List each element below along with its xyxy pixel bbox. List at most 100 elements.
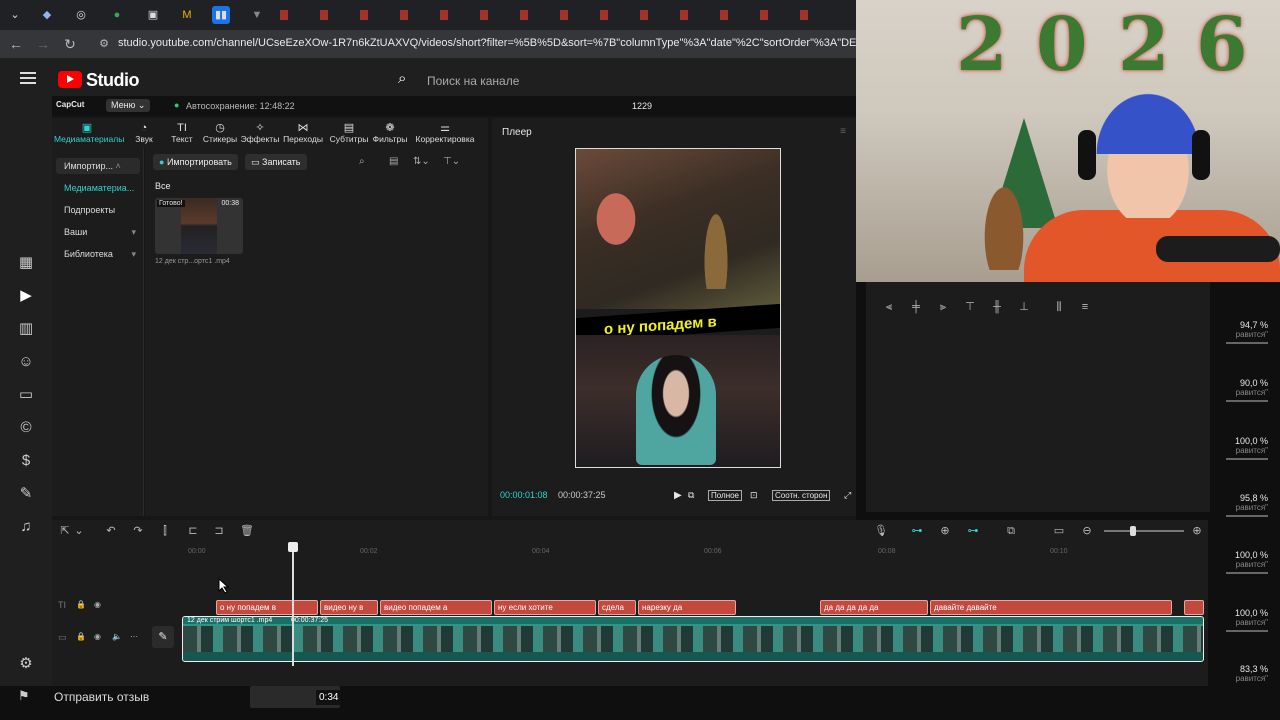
play-icon[interactable]: ▶ <box>674 490 682 501</box>
lock-icon[interactable]: 🔒 <box>76 600 86 609</box>
fit-icon[interactable]: ⊡ <box>750 490 758 501</box>
snapshot-icon[interactable]: ⧉ <box>688 490 694 501</box>
media-thumbnail[interactable]: Готово! 00:38 <box>155 198 243 254</box>
preview-axis-icon[interactable]: ⧉ <box>1004 524 1018 538</box>
text-clip[interactable]: видео ну в <box>320 600 378 615</box>
distribute-h-icon[interactable]: ⫼ <box>1052 300 1066 314</box>
reload-icon[interactable]: ↻ <box>60 34 80 54</box>
cover-edit-icon[interactable]: ✎ <box>152 626 174 648</box>
distribute-v-icon[interactable]: ≡ <box>1078 300 1092 314</box>
video-preview[interactable]: о ну попадем в <box>575 148 781 468</box>
youtube-logo-icon[interactable] <box>58 71 82 88</box>
caption-icon[interactable]: ▭ <box>1052 524 1066 538</box>
align-middle-icon[interactable]: ╫ <box>990 300 1004 314</box>
tab-effects[interactable]: ✧ Эффекты <box>238 122 282 144</box>
tab-stickers[interactable]: ◷ Стикеры <box>198 122 242 144</box>
copyright-icon[interactable]: © <box>17 419 35 437</box>
filter-icon[interactable]: ⊤⌄ <box>443 156 460 167</box>
tab-list-chevron-icon[interactable]: ⌄ <box>6 6 24 24</box>
tab-transitions[interactable]: ⋈ Переходы <box>280 122 326 144</box>
trim-right-icon[interactable]: ⊐ <box>212 524 226 538</box>
capcut-menu-button[interactable]: Меню ⌄ <box>106 99 151 112</box>
redo-icon[interactable]: ↷ <box>131 524 145 538</box>
hamburger-menu-icon[interactable] <box>20 72 36 84</box>
select-tool-icon[interactable]: ⇱ <box>58 524 72 538</box>
zoom-out-icon[interactable]: ⊖ <box>1080 524 1094 538</box>
align-right-icon[interactable]: ⫸ <box>936 300 950 314</box>
expand-icon[interactable]: ⤢ <box>844 490 851 501</box>
magnet-icon[interactable]: ⊶ <box>910 524 924 538</box>
undo-icon[interactable]: ↶ <box>104 524 118 538</box>
text-clip[interactable]: давайте давайте <box>930 600 1172 615</box>
sidebar-item-library[interactable]: Библиотека ▾ <box>64 249 136 260</box>
text-clip[interactable]: да да да да да <box>820 600 928 615</box>
filter-all-label[interactable]: Все <box>155 181 171 191</box>
zoom-slider[interactable] <box>1104 526 1184 536</box>
sidebar-item-media[interactable]: Медиаматериа... <box>64 183 134 193</box>
trim-left-icon[interactable]: ⊏ <box>186 524 200 538</box>
align-top-icon[interactable]: ⊤ <box>963 300 977 314</box>
text-clip[interactable] <box>1184 600 1204 615</box>
lock-icon[interactable]: 🔒 <box>76 632 86 641</box>
back-icon[interactable]: ← <box>6 34 26 54</box>
tab-icon[interactable]: ▼ <box>248 6 266 24</box>
feedback-icon[interactable]: ⚑ <box>18 688 30 704</box>
customization-icon[interactable]: ✎ <box>17 485 35 503</box>
snap-icon[interactable]: ⊶ <box>966 524 980 538</box>
text-clip[interactable]: нарезку да <box>638 600 736 615</box>
view-toggle-icon[interactable]: ▤ <box>389 156 398 167</box>
tab-adjustments[interactable]: ⚌ Корректировка <box>412 122 478 144</box>
sidebar-item-subprojects[interactable]: Подпроекты <box>64 205 115 215</box>
url-field[interactable]: studio.youtube.com/channel/UCseEzeXOw-1R… <box>118 37 858 49</box>
delete-icon[interactable]: 🗑 <box>240 524 254 538</box>
tab-icon[interactable]: ◎ <box>72 6 90 24</box>
main-video-clip[interactable]: 12 дек стрим шортс1 .mp4 00:00:37:25 <box>182 616 1204 662</box>
link-icon[interactable]: ⊕ <box>938 524 952 538</box>
eye-icon[interactable]: ◉ <box>94 632 101 641</box>
tab-media[interactable]: ▣ Медиаматериалы <box>54 122 124 144</box>
more-icon[interactable]: ⋯ <box>130 632 138 641</box>
tab-icon[interactable]: ● <box>108 6 126 24</box>
align-center-h-icon[interactable]: ╪ <box>909 300 923 314</box>
site-settings-icon[interactable]: ⚙ <box>94 34 114 54</box>
earn-icon[interactable]: $ <box>17 452 35 470</box>
forward-icon[interactable]: → <box>33 34 53 54</box>
search-icon[interactable]: ⌕ <box>359 156 365 167</box>
audio-icon[interactable]: 🔈 <box>112 632 122 641</box>
youtube-tabs-strip[interactable] <box>280 10 840 20</box>
chevron-down-icon[interactable]: ⌄ <box>72 524 86 538</box>
tab-icon[interactable]: ▣ <box>144 6 162 24</box>
subtitles-icon[interactable]: ▭ <box>17 386 35 404</box>
tab-filters[interactable]: ❁ Фильтры <box>368 122 412 144</box>
tab-icon[interactable]: M <box>178 6 196 24</box>
fullscreen-quality-button[interactable]: Полное <box>708 490 743 501</box>
eye-icon[interactable]: ◉ <box>94 600 101 609</box>
record-button[interactable]: ▭ Записать <box>245 154 307 170</box>
align-left-icon[interactable]: ⫷ <box>882 300 896 314</box>
sort-icon[interactable]: ⇅⌄ <box>413 156 430 167</box>
align-bottom-icon[interactable]: ⊥ <box>1017 300 1031 314</box>
sidebar-item-import[interactable]: Импортир... ˄ <box>56 158 140 174</box>
channel-search-input[interactable]: ⌕ Поиск на канале <box>390 68 856 94</box>
tab-subtitles[interactable]: ▤ Субтитры <box>326 122 372 144</box>
send-feedback-link[interactable]: Отправить отзыв <box>54 690 149 704</box>
text-clip[interactable]: видео попадем а <box>380 600 492 615</box>
split-icon[interactable]: ⫿ <box>158 524 172 538</box>
aspect-ratio-button[interactable]: Соотн. сторон <box>772 490 831 501</box>
import-button[interactable]: ● Импортировать <box>153 154 238 170</box>
zoom-slider-thumb[interactable] <box>1130 526 1136 536</box>
mic-icon[interactable]: 🎙 <box>874 524 888 538</box>
content-icon[interactable]: ▶ <box>17 287 35 305</box>
sidebar-item-yours[interactable]: Ваши ▾ <box>64 227 136 238</box>
zoom-in-icon[interactable]: ⊕ <box>1190 524 1204 538</box>
dashboard-icon[interactable]: ▦ <box>17 254 35 272</box>
analytics-icon[interactable]: ▥ <box>17 320 35 338</box>
tab-icon[interactable]: ◆ <box>38 6 56 24</box>
settings-gear-icon[interactable]: ⚙ <box>17 655 35 673</box>
text-clip[interactable]: о ну попадем в <box>216 600 318 615</box>
text-clip[interactable]: сдела <box>598 600 636 615</box>
community-icon[interactable]: ☺ <box>17 353 35 371</box>
player-menu-icon[interactable]: ≡ <box>840 126 846 137</box>
audio-library-icon[interactable]: ♫ <box>17 518 35 536</box>
project-name[interactable]: 1229 <box>632 101 652 111</box>
